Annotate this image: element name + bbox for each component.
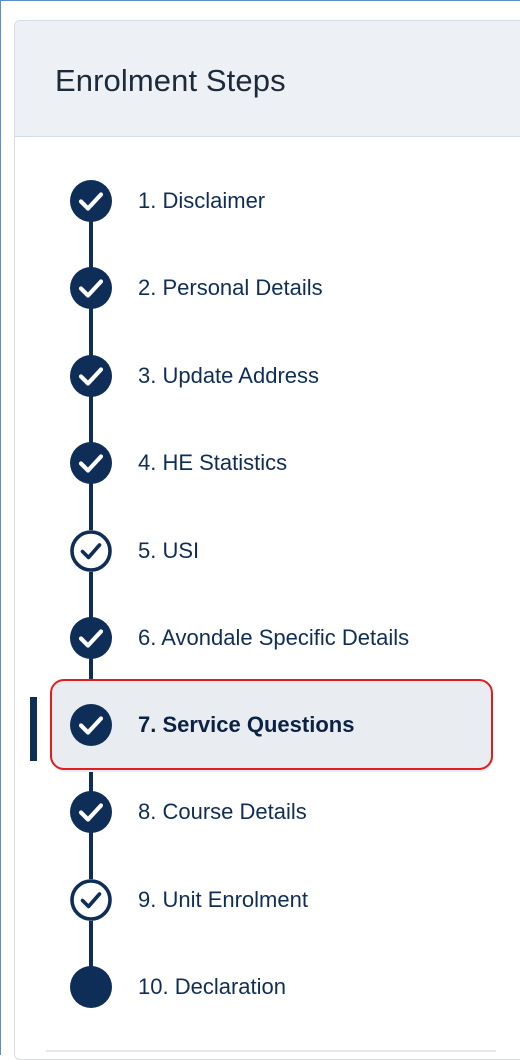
step-label: 6. Avondale Specific Details xyxy=(138,625,410,650)
step-item-6[interactable]: 6. Avondale Specific Details xyxy=(0,615,520,663)
step-item-4[interactable]: 4. HE Statistics xyxy=(0,440,520,488)
step-item-5[interactable]: 5. USI xyxy=(0,528,520,576)
step-label: 9. Unit Enrolment xyxy=(138,887,308,912)
check-circle-outline-icon xyxy=(68,877,114,923)
step-highlight-box xyxy=(50,679,493,770)
step-label: 4. HE Statistics xyxy=(138,450,288,475)
check-circle-filled-icon xyxy=(68,265,114,311)
step-item-9[interactable]: 9. Unit Enrolment xyxy=(0,877,520,925)
step-label: 1. Disclaimer xyxy=(138,188,266,213)
step-connector-line xyxy=(89,200,93,988)
step-label: 5. USI xyxy=(138,538,200,563)
filled-circle-icon xyxy=(68,964,114,1010)
panel-title: Enrolment Steps xyxy=(55,63,286,98)
step-label: 2. Personal Details xyxy=(138,275,323,300)
panel-divider xyxy=(46,1050,496,1052)
step-item-3[interactable]: 3. Update Address xyxy=(0,353,520,401)
check-circle-outline-icon xyxy=(68,528,114,574)
step-label: 8. Course Details xyxy=(138,799,307,824)
step-item-1[interactable]: 1. Disclaimer xyxy=(0,178,520,226)
panel-header: Enrolment Steps xyxy=(15,21,520,137)
check-circle-filled-icon xyxy=(68,615,114,661)
step-label: 10. Declaration xyxy=(138,974,286,999)
step-item-2[interactable]: 2. Personal Details xyxy=(0,265,520,313)
step-item-10[interactable]: 10. Declaration xyxy=(0,964,520,1012)
check-circle-filled-icon xyxy=(68,440,114,486)
step-item-8[interactable]: 8. Course Details xyxy=(0,789,520,837)
check-circle-filled-icon xyxy=(68,353,114,399)
step-label: 3. Update Address xyxy=(138,363,320,388)
check-circle-filled-icon xyxy=(68,178,114,224)
check-circle-filled-icon xyxy=(68,789,114,835)
